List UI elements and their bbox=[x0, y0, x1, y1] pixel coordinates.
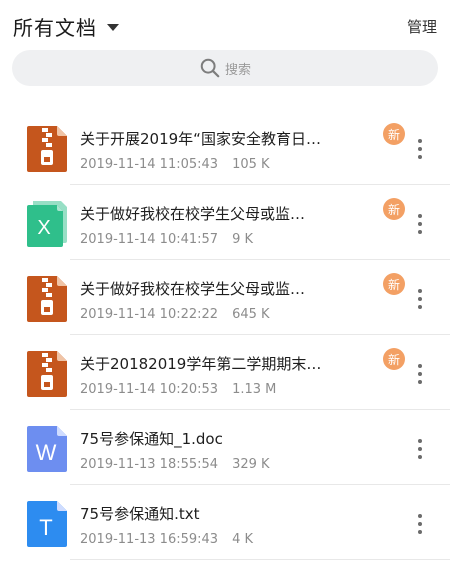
file-size: 1.13 M bbox=[232, 382, 277, 397]
more-options-icon[interactable] bbox=[413, 289, 427, 309]
file-meta: 2019-11-14 10:20:53 1.13 M bbox=[80, 382, 276, 397]
file-size: 645 K bbox=[232, 307, 270, 322]
text-file-icon: T bbox=[27, 501, 67, 547]
file-row[interactable]: 关于开展2019年“国家安全教育日… 2019-11-14 11:05:43 10… bbox=[0, 110, 450, 185]
file-name: 关于做好我校在校学生父母或监… bbox=[80, 205, 306, 223]
zip-file-icon bbox=[27, 276, 67, 322]
file-meta: 2019-11-14 10:22:22 645 K bbox=[80, 307, 270, 322]
new-badge: 新 bbox=[383, 273, 405, 295]
caret-down-icon bbox=[107, 24, 119, 31]
file-date: 2019-11-14 10:20:53 bbox=[80, 382, 219, 397]
excel-file-icon: X bbox=[27, 201, 67, 247]
svg-text:X: X bbox=[37, 217, 50, 239]
file-meta: 2019-11-13 16:59:43 4 K bbox=[80, 532, 253, 547]
folder-selector[interactable]: 所有文档 bbox=[13, 12, 119, 41]
file-name: 75号参保通知.txt bbox=[80, 505, 200, 523]
file-meta: 2019-11-13 18:55:54 329 K bbox=[80, 457, 270, 472]
new-badge: 新 bbox=[383, 348, 405, 370]
new-badge: 新 bbox=[383, 123, 405, 145]
file-row[interactable]: T 75号参保通知.txt 2019-11-13 16:59:43 4 K bbox=[0, 485, 450, 560]
new-badge: 新 bbox=[383, 198, 405, 220]
more-options-icon[interactable] bbox=[413, 214, 427, 234]
header: 所有文档 管理 bbox=[0, 0, 450, 50]
file-size: 105 K bbox=[232, 157, 270, 172]
search-placeholder: 搜索 bbox=[224, 62, 251, 78]
search-icon bbox=[200, 58, 220, 78]
file-row[interactable]: 关于20182019学年第二学期期末… 2019-11-14 10:20:53 1… bbox=[0, 335, 450, 410]
file-name: 关于开展2019年“国家安全教育日… bbox=[80, 130, 321, 148]
svg-text:T: T bbox=[39, 515, 52, 540]
file-date: 2019-11-13 16:59:43 bbox=[80, 532, 219, 547]
file-row[interactable]: W 75号参保通知_1.doc 2019-11-13 18:55:54 329 K bbox=[0, 410, 450, 485]
svg-text:W: W bbox=[36, 440, 57, 465]
file-date: 2019-11-14 10:22:22 bbox=[80, 307, 219, 322]
page-title: 所有文档 bbox=[13, 16, 97, 40]
file-meta: 2019-11-14 11:05:43 105 K bbox=[80, 157, 270, 172]
file-date: 2019-11-13 18:55:54 bbox=[80, 457, 219, 472]
file-row[interactable]: X 关于做好我校在校学生父母或监… 2019-11-14 10:41:57 9 K… bbox=[0, 185, 450, 260]
file-date: 2019-11-14 10:41:57 bbox=[80, 232, 219, 247]
file-list: 关于开展2019年“国家安全教育日… 2019-11-14 11:05:43 10… bbox=[0, 110, 450, 560]
manage-button[interactable]: 管理 bbox=[407, 16, 437, 37]
more-options-icon[interactable] bbox=[413, 514, 427, 534]
file-date: 2019-11-14 11:05:43 bbox=[80, 157, 219, 172]
file-size: 9 K bbox=[232, 232, 254, 247]
zip-file-icon bbox=[27, 126, 67, 172]
more-options-icon[interactable] bbox=[413, 439, 427, 459]
more-options-icon[interactable] bbox=[413, 364, 427, 384]
word-file-icon: W bbox=[27, 426, 67, 472]
file-meta: 2019-11-14 10:41:57 9 K bbox=[80, 232, 253, 247]
file-name: 关于20182019学年第二学期期末… bbox=[80, 355, 322, 373]
file-size: 329 K bbox=[232, 457, 270, 472]
file-name: 75号参保通知_1.doc bbox=[80, 430, 223, 448]
file-name: 关于做好我校在校学生父母或监… bbox=[80, 280, 306, 298]
more-options-icon[interactable] bbox=[413, 139, 427, 159]
search-bar[interactable]: 搜索 bbox=[12, 50, 438, 86]
divider bbox=[70, 559, 450, 560]
zip-file-icon bbox=[27, 351, 67, 397]
file-row[interactable]: 关于做好我校在校学生父母或监… 2019-11-14 10:22:22 645 K… bbox=[0, 260, 450, 335]
file-size: 4 K bbox=[232, 532, 254, 547]
